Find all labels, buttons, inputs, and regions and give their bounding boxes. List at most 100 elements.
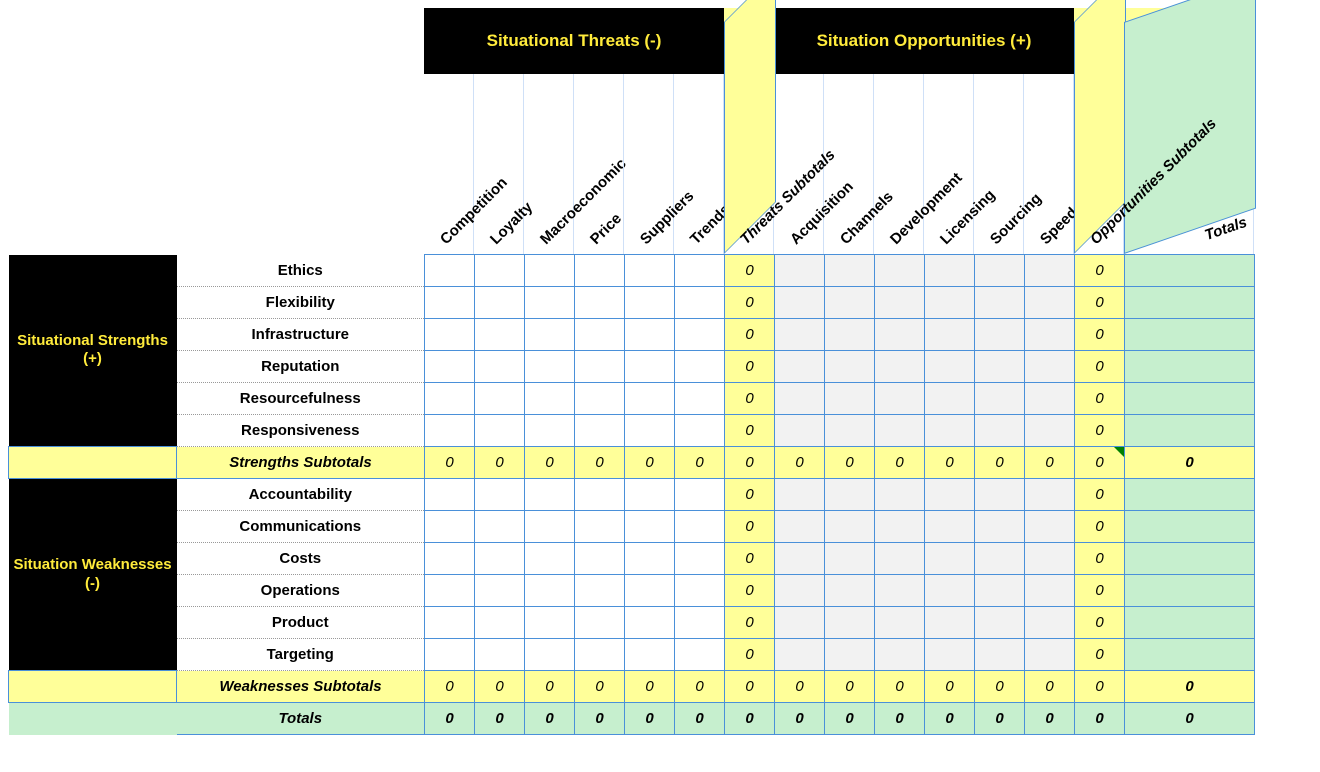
cell[interactable] xyxy=(525,287,575,319)
cell[interactable] xyxy=(475,383,525,415)
cell[interactable] xyxy=(775,415,825,447)
cell[interactable] xyxy=(775,607,825,639)
cell[interactable] xyxy=(625,383,675,415)
cell[interactable] xyxy=(575,607,625,639)
cell[interactable] xyxy=(975,255,1025,287)
cell[interactable] xyxy=(625,607,675,639)
cell[interactable] xyxy=(475,543,525,575)
cell[interactable] xyxy=(475,287,525,319)
cell[interactable] xyxy=(625,255,675,287)
cell[interactable] xyxy=(825,511,875,543)
cell[interactable] xyxy=(425,415,475,447)
cell[interactable] xyxy=(525,383,575,415)
cell[interactable] xyxy=(425,255,475,287)
cell[interactable] xyxy=(575,511,625,543)
cell[interactable] xyxy=(625,351,675,383)
cell[interactable] xyxy=(975,287,1025,319)
cell[interactable] xyxy=(925,575,975,607)
cell[interactable] xyxy=(875,511,925,543)
cell[interactable] xyxy=(425,383,475,415)
cell[interactable] xyxy=(775,575,825,607)
cell[interactable] xyxy=(875,287,925,319)
cell[interactable] xyxy=(475,479,525,511)
cell[interactable] xyxy=(775,511,825,543)
cell[interactable] xyxy=(975,575,1025,607)
cell[interactable] xyxy=(775,543,825,575)
cell[interactable] xyxy=(625,479,675,511)
cell[interactable] xyxy=(675,607,725,639)
cell[interactable] xyxy=(925,415,975,447)
cell[interactable] xyxy=(875,543,925,575)
cell[interactable] xyxy=(1025,351,1075,383)
cell[interactable] xyxy=(625,511,675,543)
cell[interactable] xyxy=(1025,575,1075,607)
cell[interactable] xyxy=(925,511,975,543)
cell[interactable] xyxy=(775,319,825,351)
cell[interactable] xyxy=(575,351,625,383)
cell[interactable] xyxy=(575,383,625,415)
cell[interactable] xyxy=(575,575,625,607)
cell[interactable] xyxy=(575,543,625,575)
cell[interactable] xyxy=(575,639,625,671)
cell[interactable] xyxy=(625,287,675,319)
cell[interactable] xyxy=(925,639,975,671)
cell[interactable] xyxy=(675,383,725,415)
cell[interactable] xyxy=(825,287,875,319)
cell[interactable] xyxy=(925,319,975,351)
cell[interactable] xyxy=(875,479,925,511)
cell[interactable] xyxy=(525,607,575,639)
cell[interactable] xyxy=(425,607,475,639)
cell[interactable] xyxy=(1025,511,1075,543)
cell[interactable] xyxy=(475,511,525,543)
cell[interactable] xyxy=(1025,639,1075,671)
cell[interactable] xyxy=(425,319,475,351)
cell[interactable] xyxy=(925,383,975,415)
cell[interactable] xyxy=(675,319,725,351)
cell[interactable] xyxy=(775,287,825,319)
cell[interactable] xyxy=(825,383,875,415)
cell[interactable] xyxy=(825,639,875,671)
cell[interactable] xyxy=(925,607,975,639)
cell[interactable] xyxy=(425,543,475,575)
cell[interactable] xyxy=(825,575,875,607)
cell[interactable] xyxy=(425,287,475,319)
cell[interactable] xyxy=(825,607,875,639)
cell[interactable] xyxy=(625,319,675,351)
cell[interactable] xyxy=(675,479,725,511)
cell[interactable] xyxy=(875,607,925,639)
cell[interactable] xyxy=(475,415,525,447)
cell[interactable] xyxy=(675,287,725,319)
cell[interactable] xyxy=(1025,607,1075,639)
cell[interactable] xyxy=(525,255,575,287)
cell[interactable] xyxy=(475,319,525,351)
cell[interactable] xyxy=(825,543,875,575)
cell[interactable] xyxy=(975,511,1025,543)
cell[interactable] xyxy=(675,351,725,383)
cell[interactable] xyxy=(925,543,975,575)
cell[interactable] xyxy=(825,351,875,383)
cell[interactable] xyxy=(825,479,875,511)
cell[interactable] xyxy=(525,575,575,607)
cell[interactable] xyxy=(875,639,925,671)
cell[interactable] xyxy=(775,479,825,511)
cell[interactable] xyxy=(975,319,1025,351)
cell[interactable] xyxy=(675,511,725,543)
cell[interactable] xyxy=(975,543,1025,575)
cell[interactable] xyxy=(575,287,625,319)
cell[interactable] xyxy=(825,255,875,287)
cell[interactable] xyxy=(425,639,475,671)
cell[interactable] xyxy=(575,319,625,351)
cell[interactable] xyxy=(675,639,725,671)
cell[interactable] xyxy=(875,351,925,383)
cell[interactable] xyxy=(1025,319,1075,351)
cell[interactable] xyxy=(575,479,625,511)
cell[interactable] xyxy=(925,287,975,319)
cell[interactable] xyxy=(525,319,575,351)
cell[interactable] xyxy=(1025,287,1075,319)
cell[interactable] xyxy=(425,575,475,607)
cell[interactable] xyxy=(975,415,1025,447)
cell[interactable] xyxy=(575,255,625,287)
cell[interactable] xyxy=(625,639,675,671)
cell[interactable] xyxy=(1025,255,1075,287)
cell[interactable] xyxy=(925,351,975,383)
